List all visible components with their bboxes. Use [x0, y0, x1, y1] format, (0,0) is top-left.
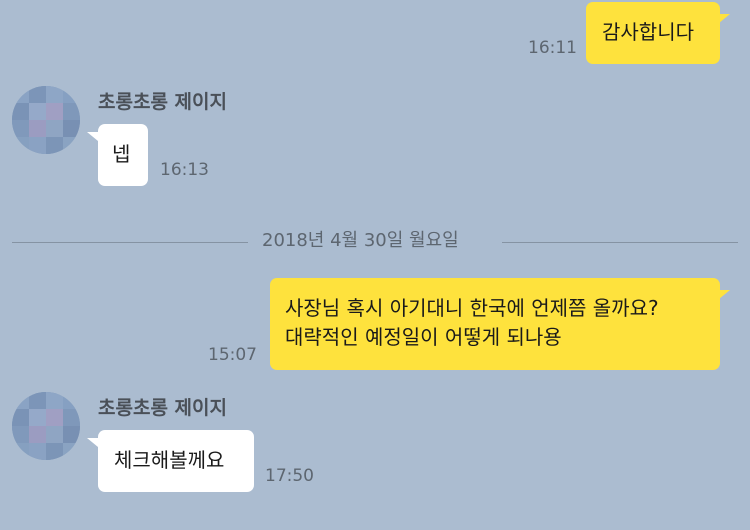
- sender-name: 초롱초롱 제이지: [98, 91, 227, 113]
- sender-name: 초롱초롱 제이지: [98, 397, 227, 419]
- message-text: 체크해볼께요: [114, 448, 225, 472]
- received-message-bubble[interactable]: 체크해볼께요: [98, 430, 254, 492]
- message-text: 감사합니다: [602, 20, 694, 44]
- avatar[interactable]: [12, 392, 80, 460]
- bubble-tail: [719, 290, 730, 299]
- bubble-tail: [87, 132, 98, 141]
- message-timestamp: 16:13: [160, 160, 209, 180]
- sent-message-bubble[interactable]: 감사합니다: [586, 2, 720, 64]
- avatar[interactable]: [12, 86, 80, 154]
- divider-line-left: [12, 242, 248, 243]
- message-timestamp: 17:50: [265, 466, 314, 486]
- sent-message-bubble[interactable]: 사장님 혹시 아기대니 한국에 언제쯤 올까요? 대략적인 예정일이 어떻게 되…: [270, 278, 720, 370]
- bubble-tail: [87, 438, 98, 447]
- message-text-line: 대략적인 예정일이 어떻게 되나용: [285, 325, 562, 349]
- message-text: 넵: [112, 142, 131, 166]
- date-divider: 2018년 4월 30일 월요일: [262, 230, 459, 251]
- received-message-bubble[interactable]: 넵: [98, 124, 148, 186]
- bubble-tail: [719, 14, 730, 23]
- message-timestamp: 15:07: [208, 345, 257, 365]
- divider-line-right: [502, 242, 738, 243]
- message-text-line: 사장님 혹시 아기대니 한국에 언제쯤 올까요?: [285, 296, 659, 320]
- message-timestamp: 16:11: [528, 38, 577, 58]
